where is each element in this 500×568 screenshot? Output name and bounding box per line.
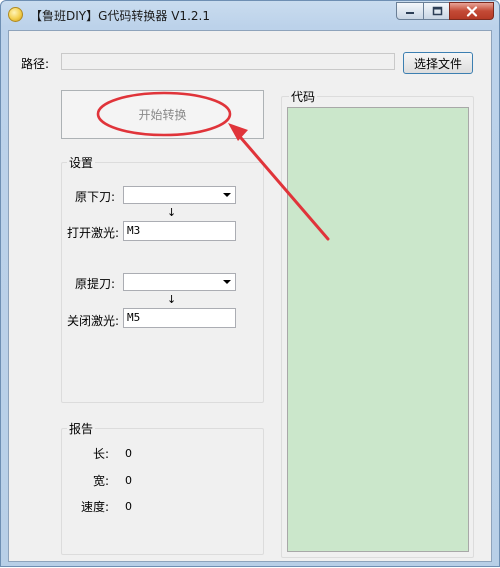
path-input[interactable] <box>61 53 395 70</box>
laser-on-label: 打开激光: <box>67 226 120 240</box>
chevron-down-icon <box>223 193 231 197</box>
width-label: 宽: <box>93 474 110 488</box>
length-label: 长: <box>93 447 110 461</box>
length-value: 0 <box>125 447 132 460</box>
minimize-icon <box>406 12 414 14</box>
minimize-button[interactable] <box>396 2 424 20</box>
speed-label: 速度: <box>81 500 110 514</box>
speed-value: 0 <box>125 500 132 513</box>
code-title: 代码 <box>289 88 318 105</box>
arrow-down-icon: ↓ <box>167 206 177 219</box>
laser-off-label: 关闭激光: <box>67 314 120 328</box>
laser-off-input[interactable]: M5 <box>123 308 236 328</box>
settings-title: 设置 <box>67 154 96 171</box>
maximize-button[interactable] <box>423 2 450 20</box>
app-window: 【鲁班DIY】G代码转换器 V1.2.1 路径: 选择文件 开始转换 设置 原下… <box>0 0 500 567</box>
orig-down-select[interactable] <box>123 186 236 204</box>
orig-down-label: 原下刀: <box>75 190 116 204</box>
close-icon <box>466 6 477 17</box>
chevron-down-icon <box>223 280 231 284</box>
window-title: 【鲁班DIY】G代码转换器 V1.2.1 <box>30 9 210 23</box>
app-icon <box>8 7 23 22</box>
width-value: 0 <box>125 474 132 487</box>
title-bar[interactable]: 【鲁班DIY】G代码转换器 V1.2.1 <box>1 1 499 29</box>
report-group <box>61 428 264 555</box>
orig-up-select[interactable] <box>123 273 236 291</box>
report-title: 报告 <box>67 420 96 437</box>
laser-on-input[interactable]: M3 <box>123 221 236 241</box>
start-convert-button[interactable]: 开始转换 <box>61 90 264 139</box>
path-label: 路径: <box>21 57 50 71</box>
choose-file-button[interactable]: 选择文件 <box>403 52 473 74</box>
arrow-down-icon: ↓ <box>167 293 177 306</box>
code-textarea[interactable] <box>287 107 469 552</box>
orig-up-label: 原提刀: <box>75 277 116 291</box>
main-panel: 路径: 选择文件 开始转换 设置 原下刀: ↓ 打开激光: M3 原提刀: ↓ … <box>8 30 492 562</box>
maximize-icon <box>432 6 442 16</box>
close-button[interactable] <box>449 2 494 20</box>
